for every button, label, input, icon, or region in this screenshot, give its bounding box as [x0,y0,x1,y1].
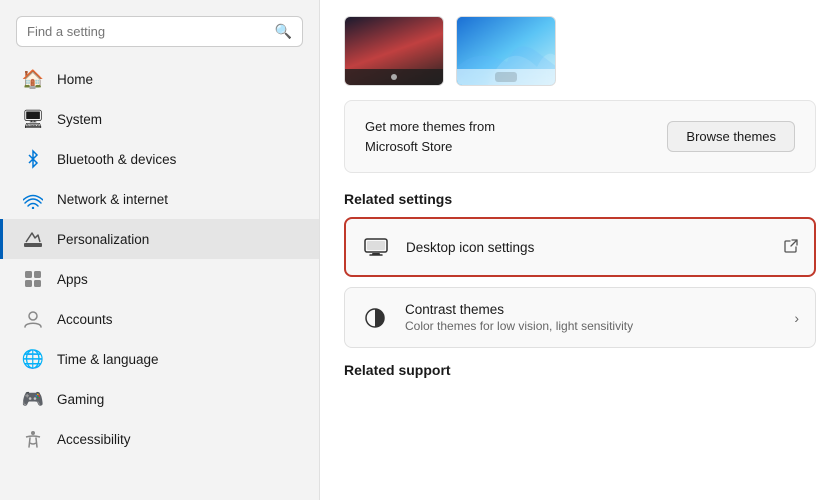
contrast-themes-subtitle: Color themes for low vision, light sensi… [405,319,778,333]
sidebar-item-label: Personalization [57,232,149,247]
contrast-themes-icon [361,304,389,332]
browse-themes-button[interactable]: Browse themes [667,121,795,152]
network-icon [23,189,43,209]
gaming-icon: 🎮 [23,389,43,409]
desktop-icon [362,233,390,261]
related-support-title: Related support [320,358,840,388]
sidebar-item-label: Accounts [57,312,113,327]
theme-preview-win11[interactable] [456,16,556,86]
sidebar-item-label: Time & language [57,352,159,367]
sidebar-item-time[interactable]: 🌐 Time & language [0,339,319,379]
sidebar-item-accounts[interactable]: Accounts [0,299,319,339]
chevron-right-icon: › [794,310,799,326]
sidebar-item-system[interactable]: 🖥 System [0,99,319,139]
theme-preview-dark[interactable] [344,16,444,86]
nav-list: 🏠 Home 🖥 System Bluetooth & devices [0,59,319,500]
theme-previews [320,0,840,86]
sidebar-item-apps[interactable]: Apps [0,259,319,299]
search-icon: 🔍 [275,23,292,40]
sidebar-item-label: Apps [57,272,88,287]
sidebar-item-label: Bluetooth & devices [57,152,176,167]
sidebar-item-bluetooth[interactable]: Bluetooth & devices [0,139,319,179]
apps-icon [23,269,43,289]
sidebar-item-gaming[interactable]: 🎮 Gaming [0,379,319,419]
external-link-icon [784,239,798,256]
sidebar-item-label: Gaming [57,392,104,407]
sidebar-item-network[interactable]: Network & internet [0,179,319,219]
bluetooth-icon [23,149,43,169]
accounts-icon [23,309,43,329]
desktop-icon-settings-content: Desktop icon settings [406,240,768,255]
main-content: Get more themes from Microsoft Store Bro… [320,0,840,500]
sidebar: 🔍 🏠 Home 🖥 System Bluetooth & devices [0,0,320,500]
sidebar-item-label: Home [57,72,93,87]
contrast-themes-content: Contrast themes Color themes for low vis… [405,302,778,333]
desktop-icon-settings-title: Desktop icon settings [406,240,768,255]
contrast-themes-item[interactable]: Contrast themes Color themes for low vis… [344,287,816,348]
related-support-section: Related support [320,358,840,388]
desktop-icon-settings-item[interactable]: Desktop icon settings [344,217,816,277]
related-settings-section: Related settings Desktop icon settings [320,187,840,348]
personalization-icon [23,229,43,249]
time-icon: 🌐 [23,349,43,369]
search-input[interactable] [27,24,267,39]
get-more-line2: Microsoft Store [365,137,495,157]
sidebar-item-personalization[interactable]: Personalization [0,219,319,259]
get-more-themes-bar: Get more themes from Microsoft Store Bro… [344,100,816,173]
sidebar-item-label: System [57,112,102,127]
contrast-themes-title: Contrast themes [405,302,778,317]
sidebar-item-accessibility[interactable]: Accessibility [0,419,319,459]
sidebar-item-label: Network & internet [57,192,168,207]
get-more-line1: Get more themes from [365,117,495,137]
get-more-text: Get more themes from Microsoft Store [365,117,495,156]
related-settings-title: Related settings [320,187,840,217]
sidebar-item-label: Accessibility [57,432,131,447]
accessibility-icon [23,429,43,449]
sidebar-item-home[interactable]: 🏠 Home [0,59,319,99]
search-bar[interactable]: 🔍 [16,16,303,47]
home-icon: 🏠 [23,69,43,89]
system-icon: 🖥 [23,109,43,129]
